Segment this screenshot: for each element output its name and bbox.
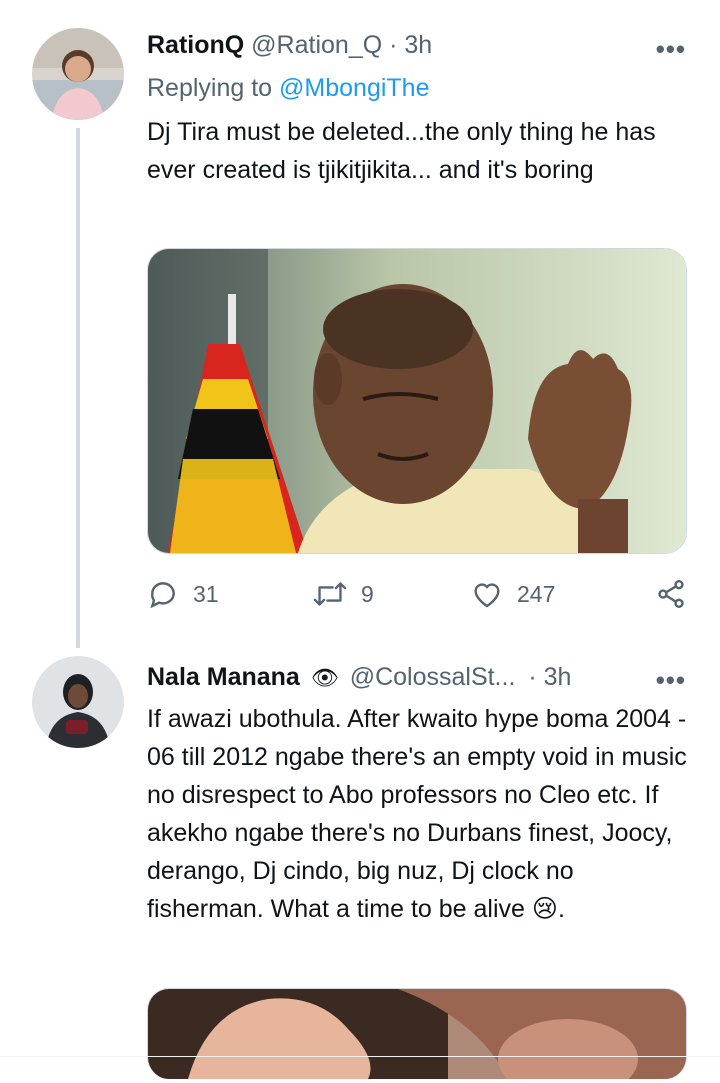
more-horizontal-icon: •••: [655, 665, 686, 695]
tweet-nala-manana[interactable]: Nala Manana 👁 @ColossalSt... · 3h ••• If…: [0, 648, 720, 1079]
retweet-button[interactable]: 9: [313, 578, 374, 610]
author-name[interactable]: RationQ: [147, 31, 244, 59]
share-button[interactable]: [655, 578, 687, 610]
replying-to-mention[interactable]: @MbongiThe: [279, 74, 429, 102]
reply-bubble-icon: [150, 582, 175, 609]
retweet-arrows-icon: [313, 582, 347, 606]
separator-dot: ·: [528, 663, 537, 691]
author-name[interactable]: Nala Manana: [147, 663, 300, 691]
retweet-count: 9: [361, 580, 374, 607]
more-options-button[interactable]: •••: [656, 665, 686, 696]
replying-to-label: Replying to: [147, 74, 273, 102]
separator-dot: ·: [389, 31, 398, 59]
tweet-header: RationQ @Ration_Q · 3h: [147, 31, 432, 60]
share-nodes-icon: [658, 580, 684, 608]
heart-outline-icon: [474, 583, 500, 608]
tweet-time[interactable]: 3h: [404, 31, 432, 59]
tweet-media-image[interactable]: [147, 988, 687, 1079]
reply-button[interactable]: 31: [147, 578, 219, 610]
eye-emoji-icon: 👁: [310, 666, 339, 691]
replying-to-line: Replying to @MbongiThe: [147, 74, 429, 103]
avatar[interactable]: [32, 656, 124, 748]
reply-count: 31: [193, 580, 219, 607]
author-handle[interactable]: @ColossalSt...: [350, 663, 516, 691]
tweet-text: If awazi ubothula. After kwaito hype bom…: [147, 705, 687, 923]
bottom-divider: [0, 1056, 720, 1057]
tweet-header: Nala Manana 👁 @ColossalSt... · 3h: [147, 663, 571, 692]
tweet-time[interactable]: 3h: [544, 663, 572, 691]
tweet-text: Dj Tira must be deleted...the only thing…: [147, 118, 656, 184]
more-options-button[interactable]: •••: [656, 34, 686, 65]
like-button[interactable]: 247: [471, 578, 555, 610]
avatar[interactable]: [32, 28, 124, 120]
tweet-actions-bar: 31 9 247: [147, 578, 692, 618]
more-horizontal-icon: •••: [655, 34, 686, 64]
author-handle[interactable]: @Ration_Q: [251, 31, 382, 59]
like-count: 247: [517, 580, 556, 607]
tweet-rationq[interactable]: RationQ @Ration_Q · 3h ••• Replying to @…: [0, 0, 720, 648]
tweet-media-image[interactable]: [147, 248, 687, 554]
